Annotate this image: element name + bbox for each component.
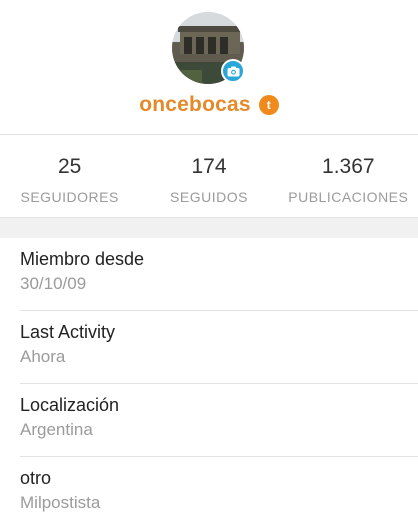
- info-row-other: otro Milpostista: [0, 457, 418, 530]
- info-row-location: Localización Argentina: [0, 384, 418, 457]
- info-title: Localización: [20, 395, 120, 415]
- info-list: Miembro desde 30/10/09 Last Activity Aho…: [0, 238, 418, 530]
- info-value: Argentina: [20, 420, 93, 439]
- info-row-last-activity: Last Activity Ahora: [0, 311, 418, 384]
- username: oncebocas: [139, 93, 251, 116]
- info-row-member-since: Miembro desde 30/10/09: [0, 238, 418, 311]
- info-value: 30/10/09: [20, 274, 87, 293]
- info-title: Miembro desde: [20, 249, 145, 269]
- ticket-icon[interactable]: t: [258, 95, 279, 115]
- stats-bar: 25 SEGUIDORES 174 SEGUIDOS 1.367 PUBLICA…: [0, 135, 418, 217]
- info-value: Milpostista: [20, 493, 101, 512]
- section-gap: [0, 218, 418, 238]
- stat-value: 174: [191, 155, 227, 178]
- username-row: oncebocas t: [0, 93, 418, 117]
- stat-followers[interactable]: 25 SEGUIDORES: [0, 135, 139, 217]
- stat-label: PUBLICACIONES: [288, 189, 409, 205]
- stat-label: SEGUIDOS: [170, 189, 248, 205]
- info-title: Last Activity: [20, 322, 116, 342]
- camera-icon[interactable]: [221, 59, 245, 83]
- stat-label: SEGUIDORES: [20, 189, 119, 205]
- stat-value: 25: [57, 155, 82, 178]
- stat-value: 1.367: [322, 155, 375, 178]
- stat-posts[interactable]: 1.367 PUBLICACIONES: [279, 135, 418, 217]
- info-value: Ahora: [20, 347, 66, 366]
- info-title: otro: [20, 468, 52, 488]
- avatar-container[interactable]: [172, 12, 245, 84]
- stat-following[interactable]: 174 SEGUIDOS: [139, 135, 278, 217]
- profile-header: oncebocas t: [0, 0, 418, 134]
